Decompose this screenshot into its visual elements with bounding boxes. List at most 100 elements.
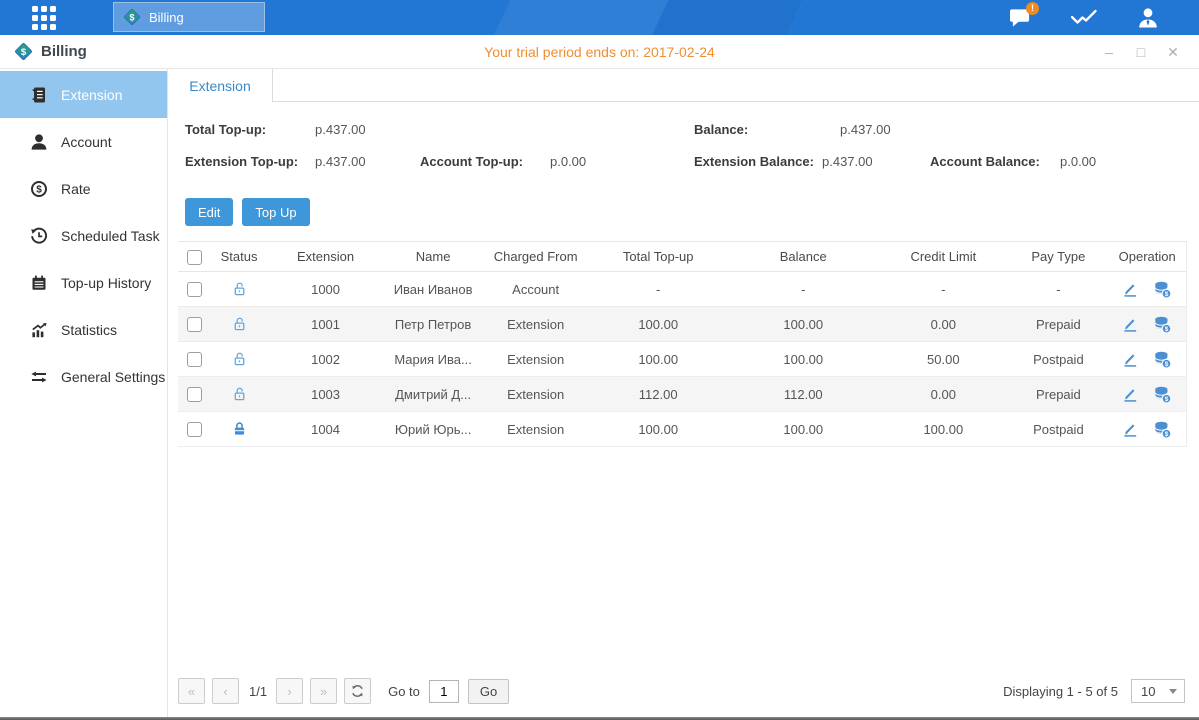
billing-diamond-icon [123, 8, 141, 26]
account-topup-label: Account Top-up: [420, 154, 523, 169]
user-menu-button[interactable] [1135, 6, 1161, 30]
row-checkbox[interactable] [187, 422, 202, 437]
go-button[interactable]: Go [468, 679, 509, 704]
prev-page-button[interactable]: ‹ [212, 678, 239, 704]
page-indicator: 1/1 [249, 684, 267, 699]
first-page-button[interactable]: « [178, 678, 205, 704]
col-balance: Balance [728, 242, 878, 272]
cell-pay-type: Postpaid [1008, 412, 1108, 447]
lock-status-icon [231, 385, 248, 400]
topup-button[interactable]: Top Up [242, 198, 309, 226]
row-checkbox[interactable] [187, 317, 202, 332]
statistics-button[interactable] [1071, 6, 1097, 30]
cell-extension: 1004 [268, 412, 383, 447]
table-row[interactable]: 1004 Юрий Юрь... Extension 100.00 100.00… [178, 412, 1187, 447]
last-page-button[interactable]: » [310, 678, 337, 704]
topup-history-ledger-icon [30, 274, 48, 292]
table-row[interactable]: 1001 Петр Петров Extension 100.00 100.00… [178, 307, 1187, 342]
topup-row-icon[interactable] [1153, 420, 1172, 439]
line-chart-icon [1071, 8, 1097, 28]
cell-charged-from: Extension [483, 307, 588, 342]
sidebar-item-account[interactable]: Account [0, 118, 167, 165]
messages-button[interactable]: ! [1007, 6, 1033, 30]
notification-badge: ! [1026, 2, 1039, 15]
tab-extension[interactable]: Extension [168, 69, 273, 102]
cell-total-topup: 100.00 [588, 412, 728, 447]
topup-row-icon[interactable] [1153, 385, 1172, 404]
topup-row-icon[interactable] [1153, 350, 1172, 369]
table-row[interactable]: 1000 Иван Иванов Account - - - - [178, 272, 1187, 307]
billing-app-icon [14, 42, 33, 61]
taskbar-item-label: Billing [149, 10, 184, 25]
page-size-select[interactable]: 10 [1131, 679, 1185, 703]
sidebar: Extension Account Rate Scheduled Task To… [0, 69, 168, 717]
lock-status-icon [231, 420, 248, 435]
minimize-button[interactable]: – [1101, 44, 1117, 60]
edit-button[interactable]: Edit [185, 198, 233, 226]
extension-balance-value: p.437.00 [822, 154, 873, 169]
sidebar-item-statistics[interactable]: Statistics [0, 306, 167, 353]
extension-balance-label: Extension Balance: [694, 154, 814, 169]
maximize-button[interactable]: □ [1133, 44, 1149, 60]
edit-row-icon[interactable] [1122, 421, 1139, 438]
sidebar-item-scheduled-task[interactable]: Scheduled Task [0, 212, 167, 259]
close-button[interactable]: ✕ [1165, 44, 1181, 60]
col-credit-limit: Credit Limit [878, 242, 1008, 272]
taskbar-item-billing[interactable]: Billing [113, 2, 265, 32]
cell-charged-from: Extension [483, 412, 588, 447]
cell-total-topup: 112.00 [588, 377, 728, 412]
row-checkbox[interactable] [187, 282, 202, 297]
next-page-button[interactable]: › [276, 678, 303, 704]
col-total-topup: Total Top-up [588, 242, 728, 272]
row-checkbox[interactable] [187, 387, 202, 402]
topup-row-icon[interactable] [1153, 280, 1172, 299]
select-all-checkbox[interactable] [187, 250, 202, 265]
total-topup-label: Total Top-up: [185, 122, 266, 137]
sidebar-item-label: Rate [61, 181, 91, 197]
sidebar-item-label: Scheduled Task [61, 228, 160, 244]
table-header-row: Status Extension Name Charged From Total… [178, 242, 1187, 272]
sidebar-item-extension[interactable]: Extension [0, 71, 167, 118]
goto-page-input[interactable] [429, 680, 459, 703]
table-row[interactable]: 1003 Дмитрий Д... Extension 112.00 112.0… [178, 377, 1187, 412]
account-topup-value: p.0.00 [550, 154, 586, 169]
account-balance-label: Account Balance: [930, 154, 1040, 169]
sidebar-item-label: General Settings [61, 369, 165, 385]
general-settings-sliders-icon [30, 368, 48, 386]
cell-balance: 100.00 [728, 342, 878, 377]
extension-journal-icon [30, 86, 48, 104]
edit-row-icon[interactable] [1122, 386, 1139, 403]
cell-credit-limit: - [878, 272, 1008, 307]
tab-bar: Extension [168, 69, 1199, 102]
sidebar-item-label: Statistics [61, 322, 117, 338]
cell-total-topup: - [588, 272, 728, 307]
page-size-value: 10 [1141, 684, 1155, 699]
account-person-icon [30, 133, 48, 151]
edit-row-icon[interactable] [1122, 316, 1139, 333]
col-name: Name [383, 242, 483, 272]
edit-row-icon[interactable] [1122, 351, 1139, 368]
topup-row-icon[interactable] [1153, 315, 1172, 334]
cell-credit-limit: 0.00 [878, 377, 1008, 412]
sidebar-item-rate[interactable]: Rate [0, 165, 167, 212]
sidebar-item-label: Account [61, 134, 112, 150]
table-row[interactable]: 1002 Мария Ива... Extension 100.00 100.0… [178, 342, 1187, 377]
lock-status-icon [231, 315, 248, 330]
sidebar-item-general-settings[interactable]: General Settings [0, 353, 167, 400]
cell-total-topup: 100.00 [588, 307, 728, 342]
rate-dollar-icon [30, 180, 48, 198]
apps-grid-icon[interactable] [32, 6, 56, 30]
row-checkbox[interactable] [187, 352, 202, 367]
cell-name: Иван Иванов [383, 272, 483, 307]
sidebar-item-topup-history[interactable]: Top-up History [0, 259, 167, 306]
pagination-bar: « ‹ 1/1 › » Go to Go Displaying 1 - 5 of… [168, 675, 1199, 717]
cell-extension: 1000 [268, 272, 383, 307]
edit-row-icon[interactable] [1122, 281, 1139, 298]
refresh-button[interactable] [344, 678, 371, 704]
cell-total-topup: 100.00 [588, 342, 728, 377]
cell-name: Мария Ива... [383, 342, 483, 377]
cell-pay-type: - [1008, 272, 1108, 307]
window-titlebar: Billing Your trial period ends on: 2017-… [0, 35, 1199, 69]
balance-summary: Total Top-up: p.437.00 Balance: p.437.00… [168, 102, 1199, 188]
cell-extension: 1003 [268, 377, 383, 412]
